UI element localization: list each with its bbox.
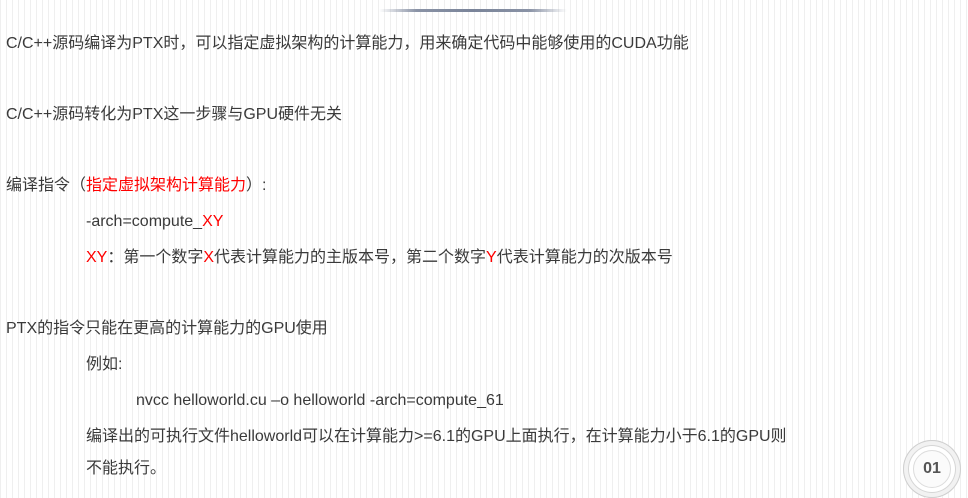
xy-explanation-part-3: 代表计算能力的次版本号 bbox=[496, 249, 673, 266]
xy-label: XY bbox=[86, 249, 108, 266]
text-line-nvcc-command: nvcc helloworld.cu –o helloworld -arch=c… bbox=[136, 392, 504, 409]
text-line-1: C/C++源码编译为PTX时，可以指定虚拟架构的计算能力，用来确定代码中能够使用… bbox=[6, 35, 689, 52]
xy-explanation-part-1: ：第一个数字 bbox=[107, 249, 204, 266]
text-line-arch-flag: -arch=compute_XY bbox=[86, 212, 223, 232]
page-number: 01 bbox=[923, 460, 941, 477]
x-label: X bbox=[203, 249, 215, 266]
xy-explanation-part-2: 代表计算能力的主版本号，第二个数字 bbox=[214, 249, 487, 266]
text-line-compile-command: 编译指令（指定虚拟架构计算能力）: bbox=[6, 176, 266, 196]
y-label: Y bbox=[486, 249, 497, 266]
arch-flag-xy: XY bbox=[202, 213, 224, 230]
compile-command-suffix: ）: bbox=[246, 177, 267, 194]
page-number-badge: 01 bbox=[903, 440, 961, 498]
text-line-result-2: 不能执行。 bbox=[86, 460, 167, 477]
compile-command-highlight: 指定虚拟架构计算能力 bbox=[86, 177, 247, 194]
compile-command-prefix: 编译指令（ bbox=[6, 177, 87, 194]
text-line-2: C/C++源码转化为PTX这一步骤与GPU硬件无关 bbox=[6, 106, 343, 123]
text-line-example-label: 例如: bbox=[86, 356, 123, 373]
arch-flag-prefix: -arch=compute_ bbox=[86, 213, 203, 230]
text-line-xy-explanation: XY：第一个数字X代表计算能力的主版本号，第二个数字Y代表计算能力的次版本号 bbox=[86, 248, 673, 268]
top-decorative-bar bbox=[379, 9, 567, 12]
text-line-ptx-usage: PTX的指令只能在更高的计算能力的GPU使用 bbox=[6, 320, 328, 337]
text-line-result-1: 编译出的可执行文件helloworld可以在计算能力>=6.1的GPU上面执行，… bbox=[86, 428, 787, 445]
